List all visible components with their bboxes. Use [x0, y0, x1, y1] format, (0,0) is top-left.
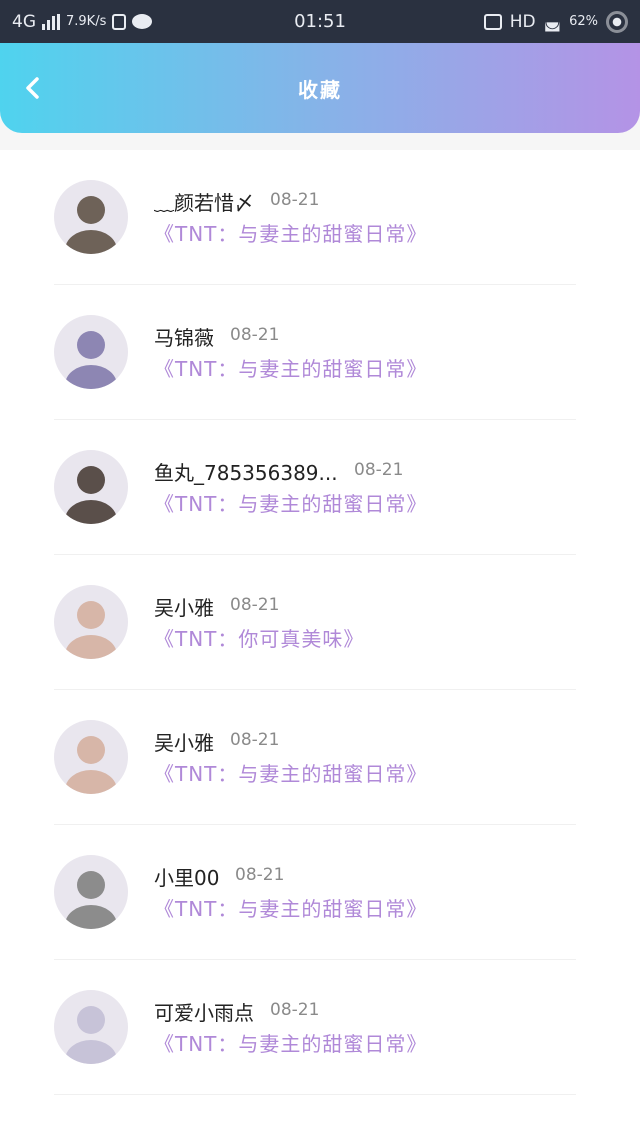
- favorite-date: 08-21: [230, 325, 280, 345]
- avatar-image: [54, 585, 128, 659]
- status-left: 4G 7.9K/s: [12, 12, 262, 32]
- favorite-item[interactable]: 吴小雅 08-21 《TNT：与妻主的甜蜜日常》: [0, 690, 640, 825]
- story-title-link[interactable]: 《TNT：与妻主的甜蜜日常》: [154, 353, 427, 382]
- avatar-image: [54, 720, 128, 794]
- favorite-item[interactable]: 鱼丸_785356389... 08-21 《TNT：与妻主的甜蜜日常》: [0, 420, 640, 555]
- avatar[interactable]: [54, 585, 128, 659]
- database-icon: [112, 13, 127, 30]
- story-title-link[interactable]: 《TNT：你可真美味》: [154, 623, 364, 652]
- favorite-date: 08-21: [270, 1000, 320, 1020]
- back-button[interactable]: [18, 73, 48, 103]
- user-name[interactable]: 鱼丸_785356389...: [154, 457, 338, 486]
- status-bar: 4G 7.9K/s 01:51 HD ◛ 62%: [0, 0, 640, 43]
- user-name[interactable]: 马锦薇: [154, 322, 214, 351]
- favorite-item[interactable]: 可爱小雨点 08-21 《TNT：与妻主的甜蜜日常》: [0, 960, 640, 1095]
- hd-label: HD: [509, 11, 536, 32]
- story-title-link[interactable]: 《TNT：与妻主的甜蜜日常》: [154, 758, 427, 787]
- page-title: 收藏: [298, 77, 342, 102]
- favorite-item[interactable]: 小里00 08-21 《TNT：与妻主的甜蜜日常》: [0, 825, 640, 960]
- chevron-left-icon: [26, 77, 39, 99]
- favorites-list: ﹏颜若惜〆 08-21 《TNT：与妻主的甜蜜日常》 马锦薇 08-21 《TNT：与妻主…: [0, 150, 640, 1138]
- battery-label: 62%: [569, 14, 598, 29]
- story-title-link[interactable]: 《TNT：与妻主的甜蜜日常》: [154, 488, 427, 517]
- favorite-date: 08-21: [270, 190, 320, 210]
- favorite-date: 08-21: [230, 595, 280, 615]
- avatar[interactable]: [54, 450, 128, 524]
- avatar[interactable]: [54, 855, 128, 929]
- battery-icon: [606, 10, 628, 33]
- story-title-link[interactable]: 《TNT：与妻主的甜蜜日常》: [154, 218, 427, 247]
- favorite-item[interactable]: ﹏颜若惜〆 08-21 《TNT：与妻主的甜蜜日常》: [0, 150, 640, 285]
- avatar-image: [54, 990, 128, 1064]
- story-title-link[interactable]: 《TNT：与妻主的甜蜜日常》: [154, 1028, 427, 1057]
- story-title-link[interactable]: 《TNT：与妻主的甜蜜日常》: [154, 893, 427, 922]
- divider: [54, 1094, 576, 1095]
- avatar[interactable]: [54, 180, 128, 254]
- page-header: 收藏: [0, 43, 640, 133]
- user-name[interactable]: 小里00: [154, 862, 219, 891]
- user-name[interactable]: 吴小雅: [154, 592, 214, 621]
- wifi-icon: ◛: [543, 11, 562, 32]
- favorite-date: 08-21: [354, 460, 404, 480]
- favorite-item[interactable]: 马锦薇 08-21 《TNT：与妻主的甜蜜日常》: [0, 285, 640, 420]
- wechat-icon: [132, 14, 153, 29]
- avatar[interactable]: [54, 315, 128, 389]
- user-name[interactable]: ﹏颜若惜〆: [154, 187, 254, 216]
- avatar-image: [54, 315, 128, 389]
- favorite-date: 08-21: [235, 865, 285, 885]
- avatar[interactable]: [54, 990, 128, 1064]
- favorite-date: 08-21: [230, 730, 280, 750]
- vibrate-icon: [483, 13, 502, 30]
- avatar-image: [54, 450, 128, 524]
- signal-icon: [42, 13, 60, 30]
- avatar-image: [54, 180, 128, 254]
- speed-label: 7.9K/s: [66, 14, 107, 29]
- network-label: 4G: [12, 11, 36, 32]
- avatar-image: [54, 855, 128, 929]
- user-name[interactable]: 可爱小雨点: [154, 997, 254, 1026]
- status-right: HD ◛ 62%: [483, 10, 628, 33]
- avatar[interactable]: [54, 720, 128, 794]
- user-name[interactable]: 吴小雅: [154, 727, 214, 756]
- favorite-item[interactable]: 吴小雅 08-21 《TNT：你可真美味》: [0, 555, 640, 690]
